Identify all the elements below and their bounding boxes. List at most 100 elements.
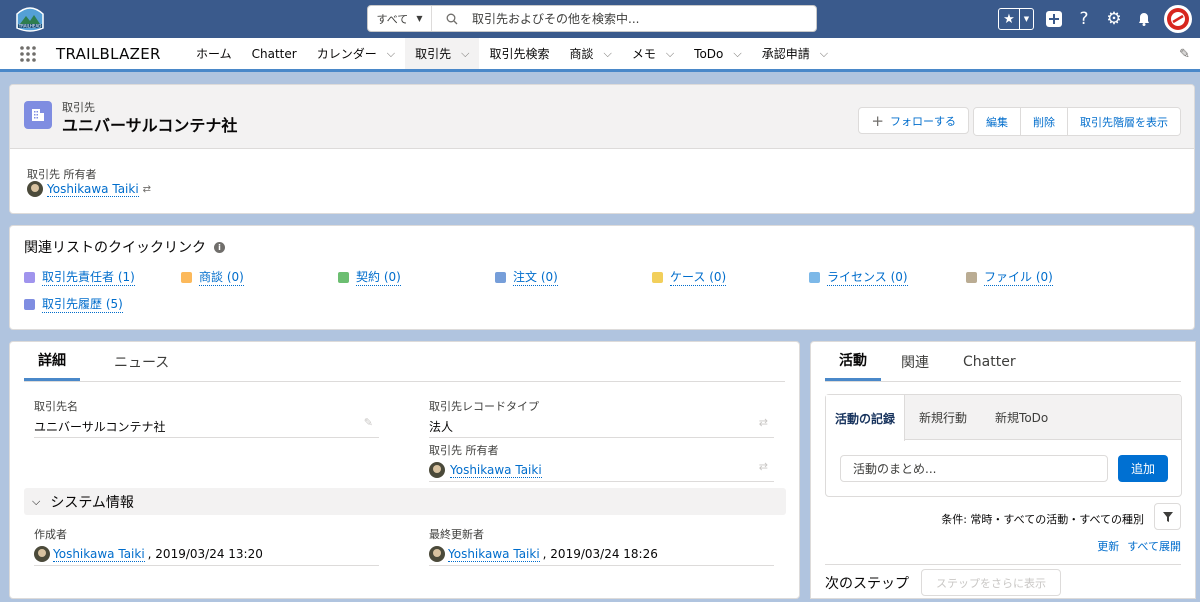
- field-label: 作成者: [34, 528, 67, 541]
- detail-tabs: 詳細 ニュース: [24, 342, 785, 382]
- quick-link-opportunities[interactable]: 商談 (0): [181, 268, 244, 286]
- action-button-group: 編集 削除 取引先階層を表示: [973, 107, 1181, 136]
- detail-panel: 詳細 ニュース 取引先名 ユニバーサルコンテナ社 ✎ 取引先レコードタイプ 法人…: [9, 341, 800, 599]
- tab-log-activity[interactable]: 活動の記録: [826, 395, 906, 441]
- add-activity-button[interactable]: 追加: [1118, 455, 1168, 482]
- info-icon[interactable]: i: [214, 241, 225, 253]
- quick-link-licenses[interactable]: ライセンス (0): [809, 268, 908, 286]
- tab-details[interactable]: 詳細: [24, 342, 80, 381]
- quick-link-orders[interactable]: 注文 (0): [495, 268, 558, 286]
- favorites-button[interactable]: ★ ▼: [998, 8, 1034, 30]
- tab-related[interactable]: 関連: [881, 342, 943, 381]
- activity-summary-input[interactable]: 活動のまとめ...: [840, 455, 1108, 482]
- quick-link-cases[interactable]: ケース (0): [652, 268, 727, 286]
- search-icon: [446, 13, 458, 24]
- record-header: 取引先 ユニバーサルコンテナ社 + フォローする 編集 削除 取引先階層を表示: [10, 85, 1194, 149]
- modifier-link[interactable]: Yoshikawa Taiki: [448, 547, 540, 562]
- related-list-quick-links: 関連リストのクイックリンク i 取引先責任者 (1) 商談 (0) 契約 (0)…: [9, 225, 1195, 330]
- chevron-down-icon[interactable]: ⌵: [461, 47, 469, 61]
- quick-link-label[interactable]: 取引先責任者 (1): [42, 268, 135, 286]
- app-nav-bar: TRAILBLAZER ホーム Chatter カレンダー ⌵ 取引先 ⌵ 取引先検…: [0, 38, 1200, 72]
- nav-item-account-search[interactable]: 取引先検索: [479, 38, 559, 69]
- global-header: TRAILHEAD すべて ▼ 取引先およびその他を検索中... ★ ▼ ? ⚙: [0, 0, 1200, 38]
- chevron-down-icon[interactable]: ⌵: [387, 47, 395, 61]
- edit-nav-pencil-icon[interactable]: ✎: [1179, 47, 1190, 62]
- system-info-section-header[interactable]: ⌵ システム情報: [24, 488, 786, 515]
- nav-item-opportunities[interactable]: 商談 ⌵: [559, 38, 621, 69]
- filter-button[interactable]: [1154, 503, 1181, 530]
- expand-all-link[interactable]: すべて展開: [1127, 538, 1181, 554]
- search-scope-select[interactable]: すべて ▼: [368, 6, 432, 31]
- search-input[interactable]: 取引先およびその他を検索中...: [432, 10, 816, 27]
- field-value: ユニバーサルコンテナ社: [34, 420, 166, 434]
- chevron-down-icon[interactable]: ⌵: [603, 47, 611, 61]
- nav-item-notes[interactable]: メモ ⌵: [622, 38, 684, 69]
- next-steps-title: 次のステップ: [825, 575, 909, 592]
- quick-link-contracts[interactable]: 契約 (0): [338, 268, 401, 286]
- global-actions-icon[interactable]: [1044, 9, 1064, 29]
- quick-link-contacts[interactable]: 取引先責任者 (1): [24, 268, 135, 286]
- notification-bell-icon[interactable]: [1134, 9, 1154, 29]
- quick-link-label[interactable]: ファイル (0): [984, 268, 1053, 286]
- nav-item-home[interactable]: ホーム: [186, 38, 242, 69]
- quick-link-label[interactable]: 注文 (0): [513, 268, 558, 286]
- refresh-link[interactable]: 更新: [1097, 538, 1119, 554]
- quick-link-label[interactable]: 契約 (0): [356, 268, 401, 286]
- quick-link-account-history[interactable]: 取引先履歴 (5): [24, 295, 123, 313]
- quick-link-label[interactable]: ライセンス (0): [827, 268, 908, 286]
- owner-link[interactable]: Yoshikawa Taiki: [450, 463, 542, 478]
- chevron-down-icon[interactable]: ⌵: [733, 47, 741, 61]
- tab-new-event[interactable]: 新規行動: [905, 395, 981, 439]
- edit-button[interactable]: 編集: [974, 108, 1020, 135]
- more-steps-button[interactable]: ステップをさらに表示: [921, 569, 1061, 596]
- field-value: Yoshikawa Taiki: [429, 462, 774, 478]
- change-owner-icon[interactable]: ⇄: [759, 460, 768, 473]
- field-value: Yoshikawa Taiki, 2019/03/24 18:26: [429, 546, 774, 562]
- field-record-type: 取引先レコードタイプ 法人 ⇄: [429, 398, 774, 438]
- nav-item-approvals[interactable]: 承認申請 ⌵: [752, 38, 838, 69]
- change-record-type-icon[interactable]: ⇄: [759, 416, 768, 429]
- star-icon[interactable]: ★: [999, 9, 1020, 29]
- chevron-down-icon[interactable]: ▼: [1020, 9, 1033, 29]
- user-avatar[interactable]: [1164, 5, 1192, 33]
- activity-panel: 活動 関連 Chatter 活動の記録 新規行動 新規ToDo 活動のまとめ..…: [810, 341, 1196, 599]
- tab-chatter[interactable]: Chatter: [943, 342, 1030, 381]
- trailhead-logo[interactable]: TRAILHEAD: [14, 4, 46, 34]
- nav-item-accounts[interactable]: 取引先 ⌵: [405, 38, 480, 72]
- quick-link-label[interactable]: 取引先履歴 (5): [42, 295, 123, 313]
- quick-link-label[interactable]: ケース (0): [670, 268, 727, 286]
- creator-link[interactable]: Yoshikawa Taiki: [53, 547, 145, 562]
- change-owner-icon[interactable]: ⇄: [143, 184, 151, 195]
- owner-field: Yoshikawa Taiki ⇄: [27, 181, 151, 197]
- nav-item-label: 商談: [569, 47, 594, 61]
- record-title: ユニバーサルコンテナ社: [62, 116, 238, 135]
- owner-link[interactable]: Yoshikawa Taiki: [47, 182, 139, 197]
- nav-item-todo[interactable]: ToDo ⌵: [684, 38, 752, 69]
- tab-activity[interactable]: 活動: [825, 342, 881, 381]
- chevron-down-icon[interactable]: ⌵: [820, 47, 828, 61]
- view-hierarchy-button[interactable]: 取引先階層を表示: [1067, 108, 1180, 135]
- next-steps-section: 次のステップ ステップをさらに表示: [825, 564, 1181, 596]
- search-placeholder: 取引先およびその他を検索中...: [472, 12, 640, 26]
- nav-item-calendar[interactable]: カレンダー ⌵: [307, 38, 405, 69]
- help-icon[interactable]: ?: [1074, 9, 1094, 29]
- tab-news[interactable]: ニュース: [80, 342, 183, 381]
- pencil-icon[interactable]: ✎: [364, 416, 373, 429]
- follow-button[interactable]: + フォローする: [858, 107, 969, 134]
- account-building-icon: [24, 101, 52, 129]
- field-value: Yoshikawa Taiki, 2019/03/24 13:20: [34, 546, 379, 562]
- delete-button[interactable]: 削除: [1020, 108, 1067, 135]
- activity-filter-text: 条件: 常時・すべての活動・すべての種別: [941, 513, 1144, 526]
- filter-icon: [1162, 511, 1173, 522]
- nav-item-chatter[interactable]: Chatter: [242, 38, 307, 69]
- gear-icon[interactable]: ⚙: [1104, 9, 1124, 29]
- nav-item-label: メモ: [631, 47, 656, 61]
- quick-link-files[interactable]: ファイル (0): [966, 268, 1053, 286]
- app-launcher-icon[interactable]: [0, 45, 56, 63]
- field-label: 取引先名: [34, 400, 78, 413]
- quick-link-label[interactable]: 商談 (0): [199, 268, 244, 286]
- chevron-down-icon[interactable]: ⌵: [666, 47, 674, 61]
- follow-button-label: フォローする: [890, 114, 956, 128]
- nav-item-label: 取引先: [415, 47, 452, 61]
- tab-new-todo[interactable]: 新規ToDo: [981, 395, 1062, 439]
